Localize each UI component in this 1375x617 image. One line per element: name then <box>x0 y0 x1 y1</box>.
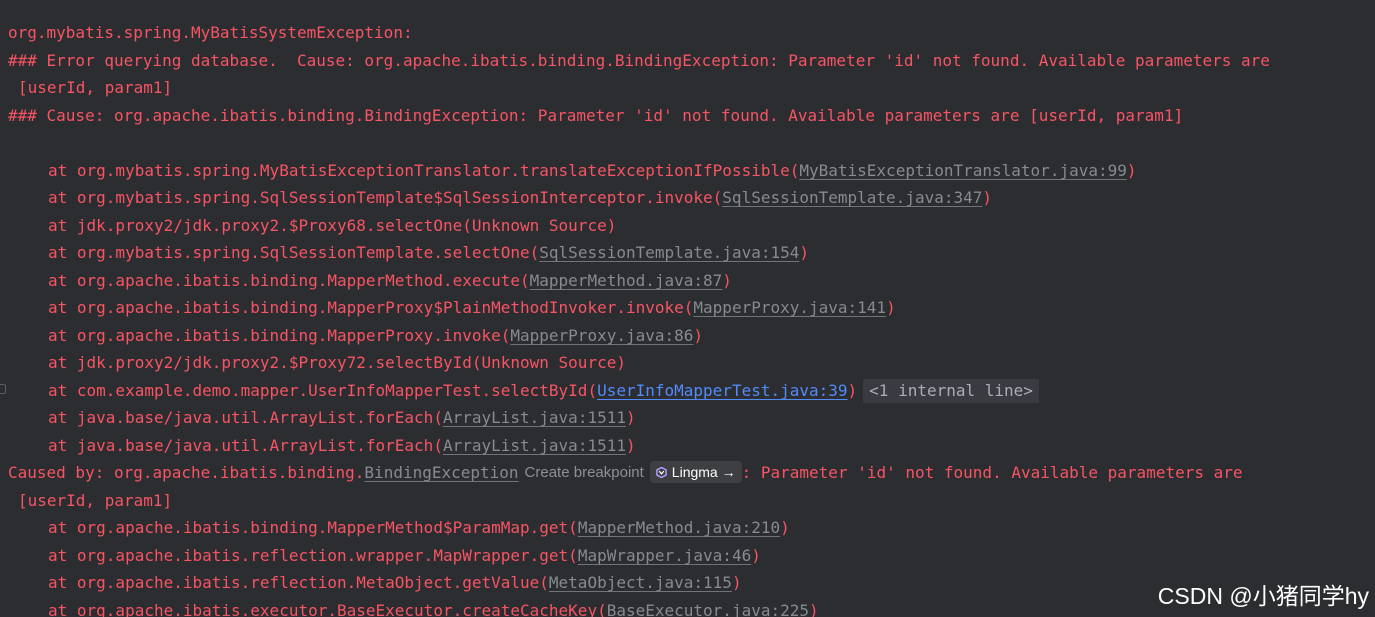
source-link[interactable]: MyBatisExceptionTranslator.java:99 <box>799 161 1127 180</box>
source-link[interactable]: MetaObject.java:115 <box>549 573 732 592</box>
stack-frame: at org.apache.ibatis.reflection.MetaObje… <box>48 569 742 596</box>
frame-method: at org.mybatis.spring.SqlSessionTemplate… <box>48 243 540 262</box>
frame-close-paren: ) <box>625 436 636 455</box>
frame-method: at org.apache.ibatis.reflection.wrapper.… <box>48 546 578 565</box>
frame-method: at org.mybatis.spring.SqlSessionTemplate… <box>48 188 723 207</box>
frame-close-paren: ) <box>693 326 704 345</box>
lingma-icon <box>655 467 667 478</box>
source-link[interactable]: MapperMethod.java:87 <box>530 271 723 290</box>
source-link[interactable]: MapperProxy.java:141 <box>693 298 886 317</box>
frame-close-paren: ) <box>780 518 790 537</box>
source-link[interactable]: MapperProxy.java:86 <box>510 326 693 345</box>
caused-by-prefix: Caused by: org.apache.ibatis.binding. <box>8 463 365 482</box>
stack-frame: at org.apache.ibatis.binding.MapperMetho… <box>48 514 790 541</box>
stack-frame: at org.apache.ibatis.binding.MapperProxy… <box>48 322 703 349</box>
cause-line: ### Cause: org.apache.ibatis.binding.Bin… <box>8 106 1184 125</box>
frame-method: at org.apache.ibatis.binding.MapperProxy… <box>48 326 511 345</box>
source-link[interactable]: ArrayList.java:1511 <box>443 436 626 455</box>
stack-frame: at java.base/java.util.ArrayList.forEach… <box>48 404 636 431</box>
create-breakpoint-button[interactable]: Create breakpoint <box>525 459 644 486</box>
stack-frame: at org.apache.ibatis.executor.BaseExecut… <box>48 597 819 617</box>
caused-by-message: : Parameter 'id' not found. Available pa… <box>741 463 1243 482</box>
frame-method: at com.example.demo.mapper.UserInfoMappe… <box>48 381 598 400</box>
frame-method: at java.base/java.util.ArrayList.forEach… <box>48 408 443 427</box>
frame-method: at org.mybatis.spring.MyBatisExceptionTr… <box>48 161 800 180</box>
frame-close-paren: ) <box>982 188 993 207</box>
stack-frame: at org.mybatis.spring.SqlSessionTemplate… <box>48 239 809 266</box>
error-querying-continuation: [userId, param1] <box>18 78 173 97</box>
internal-lines-toggle[interactable]: <1 internal line> <box>863 379 1039 403</box>
stack-frame: at java.base/java.util.ArrayList.forEach… <box>48 432 636 459</box>
frame-close-paren: ) <box>847 381 858 400</box>
stack-frame: at jdk.proxy2/jdk.proxy2.$Proxy72.select… <box>48 353 626 372</box>
stack-frame: at org.mybatis.spring.MyBatisExceptionTr… <box>48 157 1137 184</box>
stack-frame: at org.apache.ibatis.binding.MapperMetho… <box>48 267 732 294</box>
frame-method: at java.base/java.util.ArrayList.forEach… <box>48 436 443 455</box>
frame-close-paren: ) <box>886 298 896 317</box>
lingma-button[interactable]: Lingma → <box>649 461 742 483</box>
frame-method: at org.apache.ibatis.binding.MapperMetho… <box>48 271 530 290</box>
stack-frame: at org.apache.ibatis.reflection.wrapper.… <box>48 542 761 569</box>
source-link[interactable]: SqlSessionTemplate.java:347 <box>722 188 982 207</box>
caused-by-line: Caused by: org.apache.ibatis.binding.Bin… <box>8 459 1243 486</box>
arrow-right-icon: → <box>721 464 736 480</box>
caused-by-continuation: [userId, param1] <box>18 491 173 510</box>
stack-frame: at jdk.proxy2/jdk.proxy2.$Proxy68.select… <box>48 216 617 235</box>
source-link[interactable]: ArrayList.java:1511 <box>443 408 626 427</box>
stack-frame: at org.mybatis.spring.SqlSessionTemplate… <box>48 184 992 211</box>
frame-close-paren: ) <box>1126 161 1137 180</box>
fold-marker-icon[interactable] <box>0 384 6 394</box>
frame-close-paren: ) <box>722 271 732 290</box>
stack-frame: at org.apache.ibatis.binding.MapperProxy… <box>48 294 896 321</box>
frame-close-paren: ) <box>751 546 761 565</box>
frame-method: at org.apache.ibatis.binding.MapperProxy… <box>48 298 694 317</box>
frame-close-paren: ) <box>731 573 742 592</box>
frame-close-paren: ) <box>799 243 810 262</box>
source-link[interactable]: BaseExecutor.java:225 <box>607 601 809 617</box>
error-querying-line: ### Error querying database. Cause: org.… <box>8 51 1270 70</box>
source-link-active[interactable]: UserInfoMapperTest.java:39 <box>597 381 847 400</box>
csdn-watermark: CSDN @小猪同学hy <box>1157 583 1369 609</box>
frame-close-paren: ) <box>809 601 819 617</box>
source-link[interactable]: MapWrapper.java:46 <box>578 546 751 565</box>
console-output: org.mybatis.spring.MyBatisSystemExceptio… <box>0 0 1375 617</box>
source-link[interactable]: MapperMethod.java:210 <box>578 518 780 537</box>
source-link[interactable]: SqlSessionTemplate.java:154 <box>539 243 799 262</box>
lingma-label: Lingma <box>671 464 718 480</box>
exception-header: org.mybatis.spring.MyBatisSystemExceptio… <box>8 23 413 42</box>
exception-class-link[interactable]: BindingException <box>364 463 518 482</box>
frame-method: at org.apache.ibatis.executor.BaseExecut… <box>48 601 607 617</box>
stack-frame: at com.example.demo.mapper.UserInfoMappe… <box>48 377 1039 404</box>
frame-method: at org.apache.ibatis.binding.MapperMetho… <box>48 518 578 537</box>
frame-method: at org.apache.ibatis.reflection.MetaObje… <box>48 573 549 592</box>
frame-close-paren: ) <box>625 408 636 427</box>
